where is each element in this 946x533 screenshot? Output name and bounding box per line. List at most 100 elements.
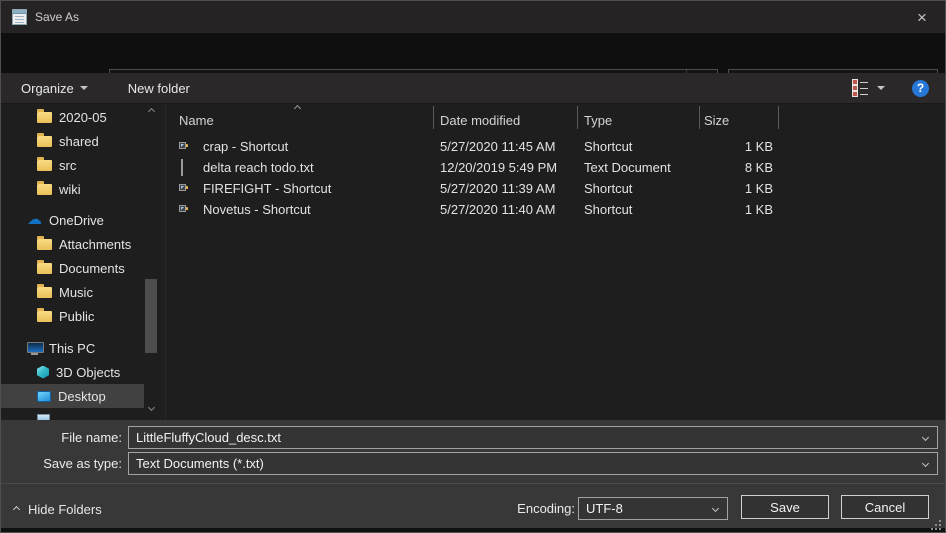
help-button[interactable]: ? bbox=[912, 80, 929, 97]
file-name-value: LittleFluffyCloud_desc.txt bbox=[136, 430, 281, 445]
sidebar-item-label: Documents bbox=[59, 261, 125, 276]
sidebar-item-documents[interactable]: Documents bbox=[1, 256, 144, 280]
sidebar-item-public[interactable]: Public bbox=[1, 304, 144, 328]
sidebar-item-onedrive[interactable]: ☁ OneDrive bbox=[1, 208, 144, 232]
file-row[interactable]: delta reach todo.txt 12/20/2019 5:49 PM … bbox=[166, 157, 945, 178]
file-name-label: File name: bbox=[1, 426, 122, 449]
column-divider[interactable] bbox=[433, 106, 434, 129]
filename-panel: File name: LittleFluffyCloud_desc.txt Sa… bbox=[1, 420, 945, 483]
sidebar-item-label: Desktop bbox=[58, 389, 106, 404]
file-row[interactable]: Novetus - Shortcut 5/27/2020 11:40 AM Sh… bbox=[166, 199, 945, 220]
sidebar-scroll-up-button[interactable] bbox=[144, 105, 159, 118]
folder-icon bbox=[37, 239, 52, 250]
chevron-up-icon bbox=[148, 108, 155, 115]
onedrive-cloud-icon: ☁ bbox=[27, 214, 42, 226]
file-type: Shortcut bbox=[577, 199, 699, 220]
sidebar-item-attachments[interactable]: Attachments bbox=[1, 232, 144, 256]
resize-grip[interactable] bbox=[931, 519, 942, 530]
command-toolbar: Organize New folder ? bbox=[1, 73, 945, 104]
details-view-icon[interactable] bbox=[853, 80, 868, 96]
sidebar-item-music[interactable]: Music bbox=[1, 280, 144, 304]
encoding-select[interactable]: UTF-8 bbox=[578, 497, 728, 520]
save-as-dialog: Save As × ← → ↑ This PC Desktop ↻ Search… bbox=[0, 0, 946, 533]
sidebar-item-3d-objects[interactable]: 3D Objects bbox=[1, 360, 144, 384]
file-date: 5/27/2020 11:45 AM bbox=[433, 136, 577, 157]
save-as-type-select[interactable]: Text Documents (*.txt) bbox=[128, 452, 938, 475]
column-header-date-modified[interactable]: Date modified bbox=[433, 105, 577, 131]
sidebar-item-src[interactable]: src bbox=[1, 153, 144, 177]
sidebar-item-wiki[interactable]: wiki bbox=[1, 177, 144, 201]
shortcut-arrow-icon bbox=[179, 205, 186, 212]
sidebar-item-shared[interactable]: shared bbox=[1, 129, 144, 153]
title-bar: Save As × bbox=[1, 1, 945, 33]
sidebar-item-partial[interactable] bbox=[1, 408, 144, 420]
column-header-name[interactable]: Name bbox=[166, 105, 433, 131]
save-button[interactable]: Save bbox=[741, 495, 829, 519]
column-divider[interactable] bbox=[778, 106, 779, 129]
sidebar-scroll-down-button[interactable] bbox=[144, 401, 159, 414]
file-size: 1 KB bbox=[699, 178, 778, 199]
column-header-spare bbox=[778, 105, 945, 131]
file-icon-wrap bbox=[181, 160, 196, 175]
shortcut-arrow-icon bbox=[179, 142, 186, 149]
chevron-down-icon bbox=[148, 404, 155, 411]
notepad-icon bbox=[12, 9, 27, 25]
sidebar-item-label: Attachments bbox=[59, 237, 131, 252]
file-row[interactable]: crap - Shortcut 5/27/2020 11:45 AM Short… bbox=[166, 136, 945, 157]
sidebar-item-2020-05[interactable]: 2020-05 bbox=[1, 105, 144, 129]
file-list: Name Date modified Type Size crap - Shor… bbox=[165, 104, 945, 420]
sidebar-item-label: This PC bbox=[49, 341, 95, 356]
sidebar-scrollbar-thumb[interactable] bbox=[145, 279, 157, 353]
sidebar-item-this-pc[interactable]: This PC bbox=[1, 336, 144, 360]
file-type: Shortcut bbox=[577, 136, 699, 157]
text-file-icon bbox=[181, 159, 183, 176]
details-view-row bbox=[853, 92, 868, 96]
caret-down-icon bbox=[80, 86, 88, 90]
column-divider[interactable] bbox=[699, 106, 700, 129]
help-icon: ? bbox=[917, 81, 924, 95]
encoding-value: UTF-8 bbox=[586, 501, 623, 516]
computer-icon bbox=[27, 342, 42, 355]
file-size: 8 KB bbox=[699, 157, 778, 178]
column-divider[interactable] bbox=[577, 106, 578, 129]
view-options-button[interactable] bbox=[877, 86, 885, 90]
file-date: 5/27/2020 11:39 AM bbox=[433, 178, 577, 199]
sidebar-item-label: OneDrive bbox=[49, 213, 104, 228]
sidebar-item-label: src bbox=[59, 158, 76, 173]
file-name-input[interactable]: LittleFluffyCloud_desc.txt bbox=[128, 426, 938, 449]
details-view-row bbox=[853, 86, 868, 90]
sidebar-item-label: Music bbox=[59, 285, 93, 300]
cancel-button[interactable]: Cancel bbox=[841, 495, 929, 519]
desktop-icon bbox=[37, 391, 51, 402]
organize-button[interactable]: Organize bbox=[13, 73, 96, 103]
file-list-header: Name Date modified Type Size bbox=[166, 105, 945, 131]
view-square-icon bbox=[853, 86, 857, 90]
folder-icon bbox=[37, 184, 52, 195]
column-header-size[interactable]: Size bbox=[699, 105, 778, 131]
hide-folders-button[interactable]: Hide Folders bbox=[14, 502, 102, 517]
file-type: Shortcut bbox=[577, 178, 699, 199]
save-as-type-value: Text Documents (*.txt) bbox=[136, 456, 264, 471]
chevron-down-icon bbox=[712, 505, 719, 512]
folder-icon bbox=[37, 287, 52, 298]
sidebar-item-label: Public bbox=[59, 309, 94, 324]
close-button[interactable]: × bbox=[899, 1, 945, 33]
encoding-label: Encoding: bbox=[481, 498, 575, 520]
window-title: Save As bbox=[35, 10, 79, 24]
column-header-type[interactable]: Type bbox=[577, 105, 699, 131]
file-row[interactable]: FIREFIGHT - Shortcut 5/27/2020 11:39 AM … bbox=[166, 178, 945, 199]
new-folder-button[interactable]: New folder bbox=[120, 73, 198, 103]
file-size: 1 KB bbox=[699, 199, 778, 220]
new-folder-label: New folder bbox=[128, 81, 190, 96]
cube-icon bbox=[37, 366, 49, 379]
sidebar-item-desktop[interactable]: Desktop bbox=[1, 384, 144, 408]
view-square-icon bbox=[853, 80, 857, 84]
view-square-icon bbox=[853, 92, 857, 96]
file-name: FIREFIGHT - Shortcut bbox=[203, 181, 331, 196]
save-as-type-label: Save as type: bbox=[1, 452, 122, 475]
file-name: Novetus - Shortcut bbox=[203, 202, 311, 217]
dialog-footer: Hide Folders Encoding: UTF-8 Save Cancel bbox=[1, 483, 945, 528]
sidebar-item-label: 3D Objects bbox=[56, 365, 120, 380]
folder-icon bbox=[37, 263, 52, 274]
file-type: Text Document bbox=[577, 157, 699, 178]
